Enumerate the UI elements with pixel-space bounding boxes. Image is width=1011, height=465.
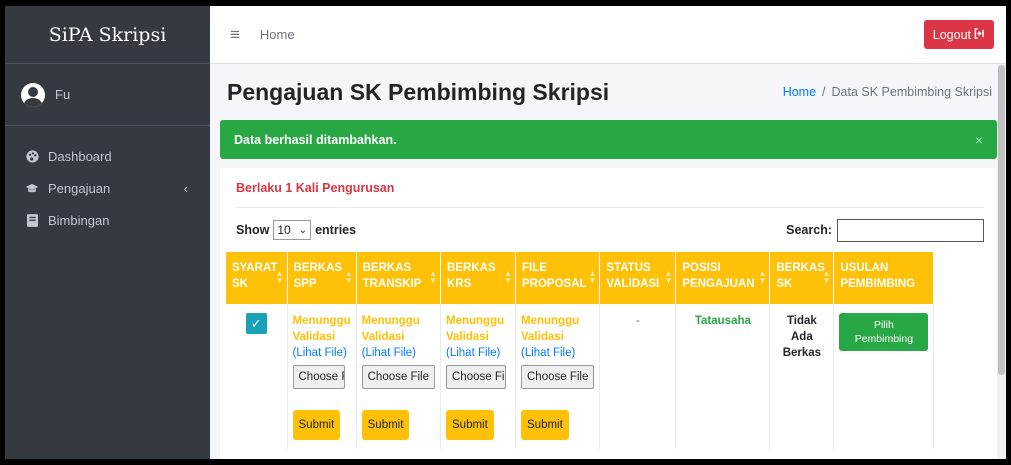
submit-button[interactable]: Submit (292, 410, 341, 440)
screenshot-frame: SiPA Skripsi Fu Dashboard Pengajuan ‹ Bi… (0, 0, 1011, 465)
brand-text: SiPA Skripsi (48, 23, 167, 46)
sidebar-item-label: Pengajuan (48, 180, 111, 196)
sidebar-item-label: Dashboard (48, 148, 112, 164)
search-label: Search: (786, 223, 832, 237)
sort-icon: ▲ ▼ (822, 269, 831, 285)
view-file-link[interactable]: (Lihat File) (521, 345, 594, 361)
entries-value: 10 (277, 223, 291, 237)
sort-icon: ▲ ▼ (504, 269, 512, 285)
table-header-row: SYARAT SK ▲ ▼ BERKAS SPP ▲ ▼ BERKAS TRANSKIP ▲ ▼ … (226, 252, 935, 304)
brand-logo[interactable]: SiPA Skripsi (5, 6, 210, 64)
check-icon[interactable]: ✓ (245, 313, 267, 334)
view-file-link[interactable]: (Lihat File) (446, 345, 510, 361)
scrollbar-thumb[interactable] (998, 65, 1005, 375)
column-header-berkas-spp[interactable]: BERKAS SPP ▲ ▼ (287, 252, 357, 304)
breadcrumb-current: Data SK Pembimbing Skripsi (831, 85, 992, 99)
sidebar: SiPA Skripsi Fu Dashboard Pengajuan ‹ Bi… (5, 6, 210, 459)
sidebar-item-bimbingan[interactable]: Bimbingan (5, 204, 210, 236)
status-pending: Menunggu Validasi (361, 315, 420, 343)
table-row: ✓ MenungguValidasi (Lihat File) Choose F… (226, 304, 935, 449)
choose-file-button[interactable]: Choose Fi (292, 365, 345, 389)
close-icon[interactable]: × (975, 132, 983, 148)
status-validasi-cell: - (599, 304, 677, 449)
card-title: Berlaku 1 Kali Pengurusan (236, 180, 395, 195)
status-pending: Menunggu Validasi (446, 315, 505, 343)
palette-icon (25, 149, 39, 163)
main-content: ≡ Home Logout Pengajuan SK Pembimbing Sk… (210, 6, 1006, 459)
breadcrumb-separator: / (822, 85, 826, 99)
page-title: Pengajuan SK Pembimbing Skripsi (227, 78, 610, 105)
user-name: Fu (55, 87, 71, 102)
pilih-pembimbing-button[interactable]: Pilih Pembimbing (839, 313, 929, 351)
user-panel[interactable]: Fu (5, 64, 210, 126)
sidebar-item-dashboard[interactable]: Dashboard (5, 140, 210, 172)
home-link[interactable]: Home (260, 27, 295, 42)
app-window: SiPA Skripsi Fu Dashboard Pengajuan ‹ Bi… (5, 6, 1006, 459)
sort-icon: ▲ ▼ (758, 269, 767, 285)
view-file-link[interactable]: (Lihat File) (362, 345, 435, 361)
column-header-usulan-pembimbing[interactable]: USULAN PEMBIMBING (833, 252, 935, 304)
chevron-left-icon[interactable]: ‹ (184, 181, 188, 196)
chevron-down-icon: ⌄ (298, 224, 308, 236)
avatar-icon (21, 82, 45, 107)
sort-icon: ▲ ▼ (588, 269, 597, 285)
choose-file-button[interactable]: Choose File (361, 365, 435, 389)
status-pending: Menunggu Validasi (521, 315, 580, 343)
table-controls: Show 10 ⌄ entries Search: (220, 208, 1000, 252)
entries-label: entries (315, 223, 357, 237)
submit-button[interactable]: Submit (446, 410, 494, 440)
breadcrumb-home-link[interactable]: Home (783, 85, 816, 99)
sign-out-icon (974, 27, 985, 42)
view-file-link[interactable]: (Lihat File) (293, 345, 351, 361)
status-pending: Menunggu Validasi (292, 315, 351, 343)
column-header-posisi-pengajuan[interactable]: POSISI PENGAJUAN ▲ ▼ (675, 252, 771, 304)
submission-table: SYARAT SK ▲ ▼ BERKAS SPP ▲ ▼ BERKAS TRANSKIP ▲ ▼ … (226, 252, 935, 449)
column-header-berkas-transkip[interactable]: BERKAS TRANSKIP ▲ ▼ (356, 252, 442, 304)
choose-file-button[interactable]: Choose Fi (446, 365, 506, 389)
sidebar-item-pengajuan[interactable]: Pengajuan ‹ (5, 172, 210, 204)
submit-button[interactable]: Submit (361, 410, 410, 440)
column-header-file-proposal[interactable]: FILE PROPOSAL ▲ ▼ (515, 252, 601, 304)
submission-card: Berlaku 1 Kali Pengurusan Show 10 ⌄ entri… (220, 168, 1000, 459)
file-proposal-cell: Menunggu Validasi (Lihat File) Choose Fil… (515, 304, 601, 449)
syarat-cell: ✓ (226, 304, 288, 449)
entries-select[interactable]: 10 ⌄ (273, 220, 312, 240)
show-label: Show (236, 223, 270, 237)
logout-button[interactable]: Logout (923, 20, 994, 49)
hamburger-menu-icon[interactable]: ≡ (230, 25, 240, 45)
posisi-pengajuan-cell: Tatausaha (675, 304, 771, 449)
choose-file-button[interactable]: Choose File (521, 365, 595, 389)
berkas-krs-cell: Menunggu Validasi (Lihat File) Choose Fi … (440, 304, 516, 449)
search-input[interactable] (837, 218, 984, 242)
sort-icon: ▲ ▼ (429, 269, 437, 285)
column-header-syarat-sk[interactable]: SYARAT SK ▲ ▼ (226, 252, 288, 304)
graduation-cap-icon (25, 181, 39, 195)
vertical-scrollbar[interactable] (997, 64, 1006, 459)
content-header: Pengajuan SK Pembimbing Skripsi Home / Dat… (210, 64, 1006, 120)
sort-icon: ▲ ▼ (275, 269, 284, 285)
berkas-sk-cell: Tidak Ada Berkas (769, 304, 835, 449)
sort-icon: ▲ ▼ (664, 269, 673, 285)
card-header: Berlaku 1 Kali Pengurusan (236, 168, 984, 208)
success-alert: Data berhasil ditambahkan. × (220, 120, 997, 159)
column-header-status-validasi[interactable]: STATUS VALIDASI ▲ ▼ (599, 252, 677, 304)
topbar-home-link: Home (260, 27, 924, 42)
breadcrumb: Home / Data SK Pembimbing Skripsi (783, 85, 992, 99)
sidebar-nav: Dashboard Pengajuan ‹ Bimbingan (5, 126, 210, 236)
usulan-pembimbing-cell: Pilih Pembimbing (833, 304, 935, 449)
sidebar-item-label: Bimbingan (48, 212, 110, 228)
logout-label: Logout (932, 27, 971, 42)
sort-icon: ▲ ▼ (344, 269, 353, 285)
berkas-spp-cell: MenungguValidasi (Lihat File) Choose Fi … (287, 304, 357, 449)
alert-message: Data berhasil ditambahkan. (234, 132, 397, 147)
berkas-transkip-cell: Menunggu Validasi (Lihat File) Choose Fil… (356, 304, 442, 449)
submit-button[interactable]: Submit (521, 410, 569, 440)
book-icon (25, 213, 39, 227)
top-navbar: ≡ Home Logout (210, 6, 1006, 64)
column-header-berkas-krs[interactable]: BERKAS KRS ▲ ▼ (440, 252, 516, 304)
column-header-berkas-sk[interactable]: BERKAS SK ▲ ▼ (769, 252, 835, 304)
